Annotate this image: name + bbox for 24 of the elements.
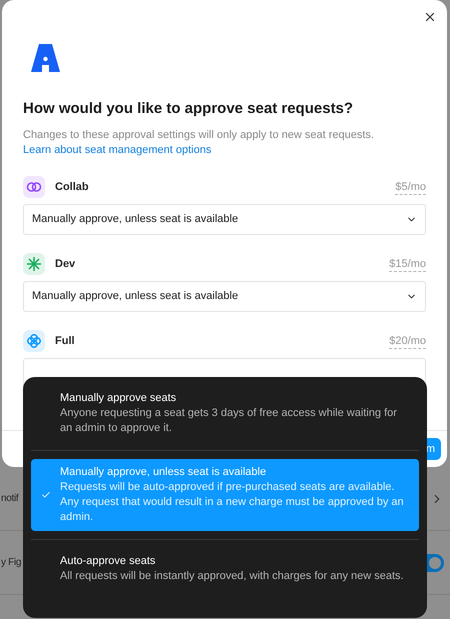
approval-select[interactable]: Manually approve, unless seat is available bbox=[23, 281, 426, 312]
seat-price: $5/mo bbox=[395, 180, 426, 194]
close-icon[interactable] bbox=[423, 10, 437, 24]
seat-name: Dev bbox=[55, 256, 76, 272]
option-title: Auto-approve seats bbox=[60, 554, 156, 569]
seat-price: $20/mo bbox=[389, 334, 426, 348]
check-icon bbox=[40, 490, 50, 500]
option-description: Requests will be auto-approved if pre-purchased seats are available. Any request that would result in a new charge must be approved by an admin. bbox=[60, 480, 405, 525]
dialog-description: Changes to these approval settings will only apply to new seat requests. bbox=[23, 129, 374, 141]
option-title: Manually approve, unless seat is available bbox=[60, 465, 268, 480]
setting-label: y Fig bbox=[0, 556, 22, 570]
help-link[interactable]: Learn about seat management options bbox=[23, 144, 212, 156]
seat-name: Collab bbox=[55, 180, 90, 195]
approval-select[interactable]: Manually approve, unless seat is available bbox=[23, 204, 426, 235]
menu-option[interactable]: Manually approve seats Anyone requesting a seat gets 3 days of free access while waiting for an admin to approve it. bbox=[31, 385, 419, 442]
option-description: All requests will be instantly approved, with charges for any new seats. bbox=[60, 569, 404, 584]
menu-option[interactable]: Auto-approve seats All requests will be instantly approved, with charges for any new seats. bbox=[31, 548, 419, 590]
dialog-title: How would you like to approve seat requests? bbox=[23, 99, 354, 119]
seat-price: $15/mo bbox=[389, 256, 426, 272]
seat-name: Full bbox=[55, 334, 76, 349]
option-description: Anyone requesting a seat gets 3 days of free access while waiting for an admin to approve it. bbox=[60, 406, 398, 436]
setting-label: notif bbox=[0, 492, 18, 506]
logo-icon bbox=[31, 44, 60, 72]
option-title: Manually approve seats bbox=[60, 391, 178, 406]
